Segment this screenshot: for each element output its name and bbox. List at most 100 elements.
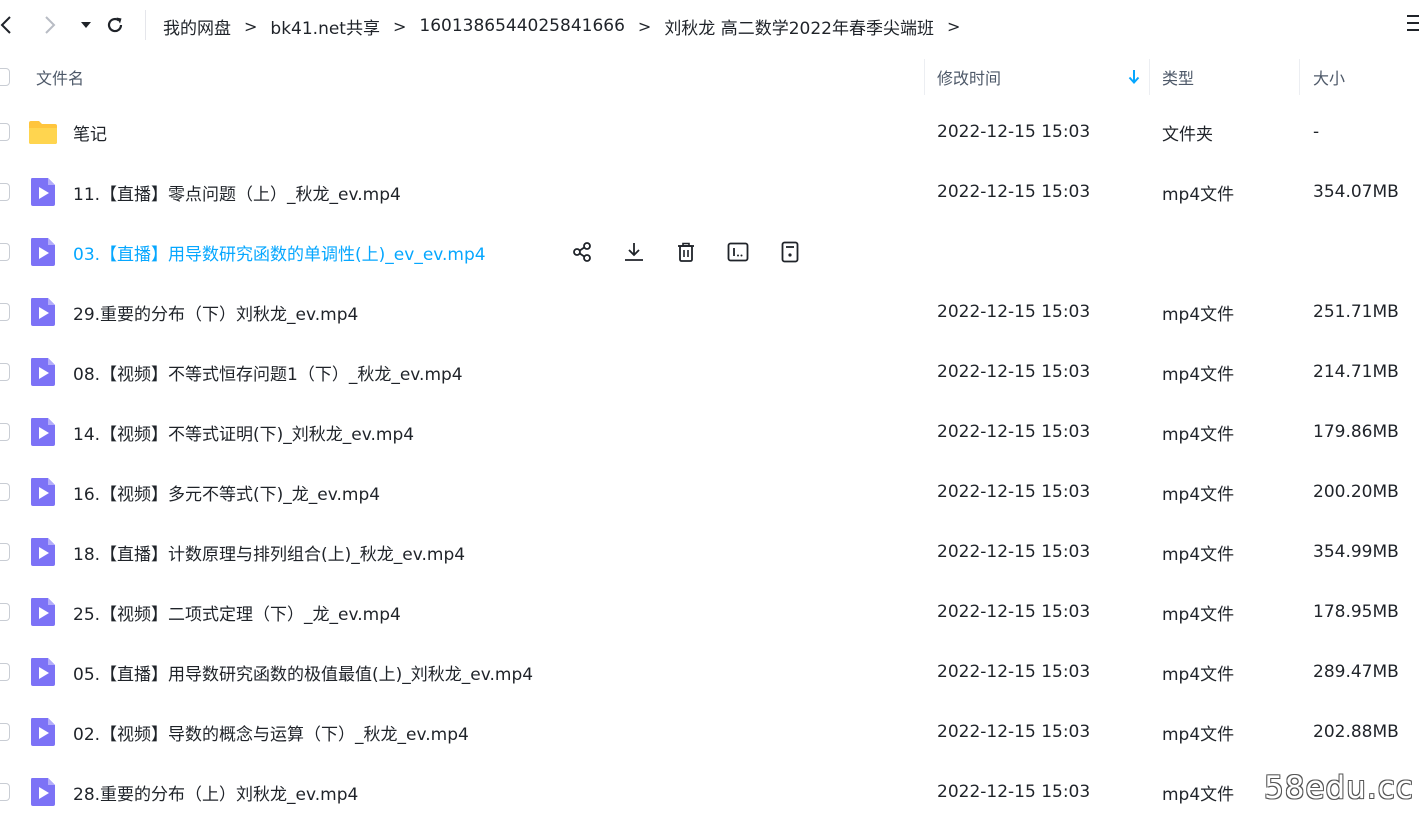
- row-checkbox[interactable]: [0, 183, 10, 201]
- file-size: 289.47MB: [1313, 662, 1399, 682]
- file-modified-date: 2022-12-15 15:03: [937, 782, 1091, 802]
- column-divider: [1299, 59, 1300, 95]
- file-type: mp4文件: [1162, 184, 1235, 205]
- row-checkbox[interactable]: [0, 663, 10, 681]
- file-size: 202.88MB: [1313, 722, 1399, 742]
- delete-button[interactable]: [672, 238, 700, 266]
- file-name[interactable]: 笔记: [73, 102, 107, 162]
- file-type: mp4文件: [1162, 424, 1235, 445]
- file-row[interactable]: 05.【直播】用导数研究函数的极值最值(上)_刘秋龙_ev.mp4 2022-12…: [0, 642, 1419, 702]
- file-row[interactable]: 08.【视频】不等式恒存问题1（下）_秋龙_ev.mp4 2022-12-15 1…: [0, 342, 1419, 402]
- breadcrumb-item-current[interactable]: 刘秋龙 高二数学2022年春季尖端班: [664, 14, 934, 39]
- file-name[interactable]: 28.重要的分布（上）刘秋龙_ev.mp4: [73, 762, 358, 815]
- file-modified-date: 2022-12-15 15:03: [937, 182, 1091, 202]
- video-file-icon: [31, 238, 55, 266]
- file-name[interactable]: 16.【视频】多元不等式(下)_龙_ev.mp4: [73, 462, 380, 522]
- file-row[interactable]: 02.【视频】导数的概念与运算（下）_秋龙_ev.mp4 2022-12-15 1…: [0, 702, 1419, 762]
- breadcrumb-separator: >: [244, 16, 258, 36]
- row-checkbox[interactable]: [0, 123, 10, 141]
- row-checkbox[interactable]: [0, 783, 10, 801]
- back-button[interactable]: [0, 11, 18, 39]
- file-type: mp4文件: [1162, 484, 1235, 505]
- toolbar: 我的网盘 > bk41.net共享 > 1601386544025841666 …: [0, 0, 1419, 52]
- share-button[interactable]: [568, 238, 596, 266]
- row-checkbox[interactable]: [0, 243, 10, 261]
- file-name[interactable]: 02.【视频】导数的概念与运算（下）_秋龙_ev.mp4: [73, 702, 469, 762]
- file-name[interactable]: 14.【视频】不等式证明(下)_刘秋龙_ev.mp4: [73, 402, 414, 462]
- column-header-name[interactable]: 文件名: [36, 52, 84, 102]
- file-size: 178.95MB: [1313, 602, 1399, 622]
- column-header-type[interactable]: 类型: [1162, 52, 1194, 102]
- row-checkbox[interactable]: [0, 483, 10, 501]
- file-row[interactable]: 16.【视频】多元不等式(下)_龙_ev.mp4 2022-12-15 15:03…: [0, 462, 1419, 522]
- file-name[interactable]: 08.【视频】不等式恒存问题1（下）_秋龙_ev.mp4: [73, 342, 463, 402]
- file-type: mp4文件: [1162, 604, 1235, 625]
- video-file-icon: [31, 478, 55, 506]
- download-button[interactable]: [620, 238, 648, 266]
- file-modified-date: 2022-12-15 15:03: [937, 422, 1091, 442]
- column-header-modified[interactable]: 修改时间: [937, 52, 1001, 102]
- file-name[interactable]: 11.【直播】零点问题（上）_秋龙_ev.mp4: [73, 162, 401, 222]
- list-view-icon[interactable]: [1407, 15, 1419, 37]
- row-checkbox[interactable]: [0, 303, 10, 321]
- file-type: mp4文件: [1162, 364, 1235, 385]
- file-type: mp4文件: [1162, 304, 1235, 325]
- file-size: 251.71MB: [1313, 302, 1399, 322]
- video-file-icon: [31, 778, 55, 806]
- row-actions: [568, 222, 828, 282]
- file-modified-date: 2022-12-15 15:03: [937, 662, 1091, 682]
- file-row[interactable]: 14.【视频】不等式证明(下)_刘秋龙_ev.mp4 2022-12-15 15:…: [0, 402, 1419, 462]
- video-file-icon: [31, 298, 55, 326]
- file-row[interactable]: 29.重要的分布（下）刘秋龙_ev.mp4 2022-12-15 15:03 mp4…: [0, 282, 1419, 342]
- breadcrumb-item[interactable]: 我的网盘: [163, 14, 231, 39]
- file-size: 214.71MB: [1313, 362, 1399, 382]
- row-checkbox[interactable]: [0, 423, 10, 441]
- row-checkbox[interactable]: [0, 723, 10, 741]
- table-header: 文件名 修改时间 类型 大小: [0, 52, 1419, 102]
- sort-descending-icon[interactable]: [1127, 68, 1141, 86]
- chevron-left-icon: [0, 16, 11, 34]
- file-size: 354.07MB: [1313, 182, 1399, 202]
- history-dropdown-button[interactable]: [74, 11, 98, 39]
- file-row[interactable]: 28.重要的分布（上）刘秋龙_ev.mp4 2022-12-15 15:03 mp4…: [0, 762, 1419, 815]
- delete-icon: [675, 241, 697, 263]
- row-checkbox[interactable]: [0, 543, 10, 561]
- video-file-icon: [31, 418, 55, 446]
- file-row[interactable]: 25.【视频】二项式定理（下）_龙_ev.mp4 2022-12-15 15:03…: [0, 582, 1419, 642]
- row-checkbox[interactable]: [0, 363, 10, 381]
- file-name[interactable]: 05.【直播】用导数研究函数的极值最值(上)_刘秋龙_ev.mp4: [73, 642, 533, 702]
- video-file-icon: [31, 178, 55, 206]
- refresh-icon: [107, 17, 123, 33]
- file-modified-date: 2022-12-15 15:03: [937, 122, 1091, 142]
- video-file-icon: [31, 358, 55, 386]
- file-modified-date: 2022-12-15 15:03: [937, 542, 1091, 562]
- file-size: -: [1313, 122, 1320, 142]
- more-info-button[interactable]: [776, 238, 804, 266]
- folder-row[interactable]: 笔记 2022-12-15 15:03 文件夹 -: [0, 102, 1419, 162]
- file-modified-date: 2022-12-15 15:03: [937, 602, 1091, 622]
- more-info-icon: [779, 241, 801, 263]
- file-type: mp4文件: [1162, 664, 1235, 685]
- file-row[interactable]: 18.【直播】计数原理与排列组合(上)_秋龙_ev.mp4 2022-12-15 …: [0, 522, 1419, 582]
- video-file-icon: [31, 718, 55, 746]
- forward-button[interactable]: [38, 11, 62, 39]
- breadcrumb-item[interactable]: bk41.net共享: [270, 14, 380, 39]
- refresh-button[interactable]: [103, 11, 127, 39]
- chevron-right-icon: [45, 16, 56, 34]
- file-name[interactable]: 18.【直播】计数原理与排列组合(上)_秋龙_ev.mp4: [73, 522, 465, 582]
- file-row[interactable]: 03.【直播】用导数研究函数的单调性(上)_ev_ev.mp4: [0, 222, 1419, 282]
- share-icon: [571, 241, 593, 263]
- breadcrumb-item[interactable]: 1601386544025841666: [419, 16, 625, 36]
- file-name[interactable]: 03.【直播】用导数研究函数的单调性(上)_ev_ev.mp4: [73, 222, 486, 282]
- select-all-checkbox[interactable]: [0, 68, 10, 86]
- rename-button[interactable]: [724, 238, 752, 266]
- file-row[interactable]: 11.【直播】零点问题（上）_秋龙_ev.mp4 2022-12-15 15:03…: [0, 162, 1419, 222]
- file-size: 179.86MB: [1313, 422, 1399, 442]
- row-checkbox[interactable]: [0, 603, 10, 621]
- video-file-icon: [31, 598, 55, 626]
- file-name[interactable]: 29.重要的分布（下）刘秋龙_ev.mp4: [73, 282, 358, 342]
- column-header-size[interactable]: 大小: [1313, 52, 1345, 102]
- file-modified-date: 2022-12-15 15:03: [937, 482, 1091, 502]
- download-icon: [623, 241, 645, 263]
- file-name[interactable]: 25.【视频】二项式定理（下）_龙_ev.mp4: [73, 582, 401, 642]
